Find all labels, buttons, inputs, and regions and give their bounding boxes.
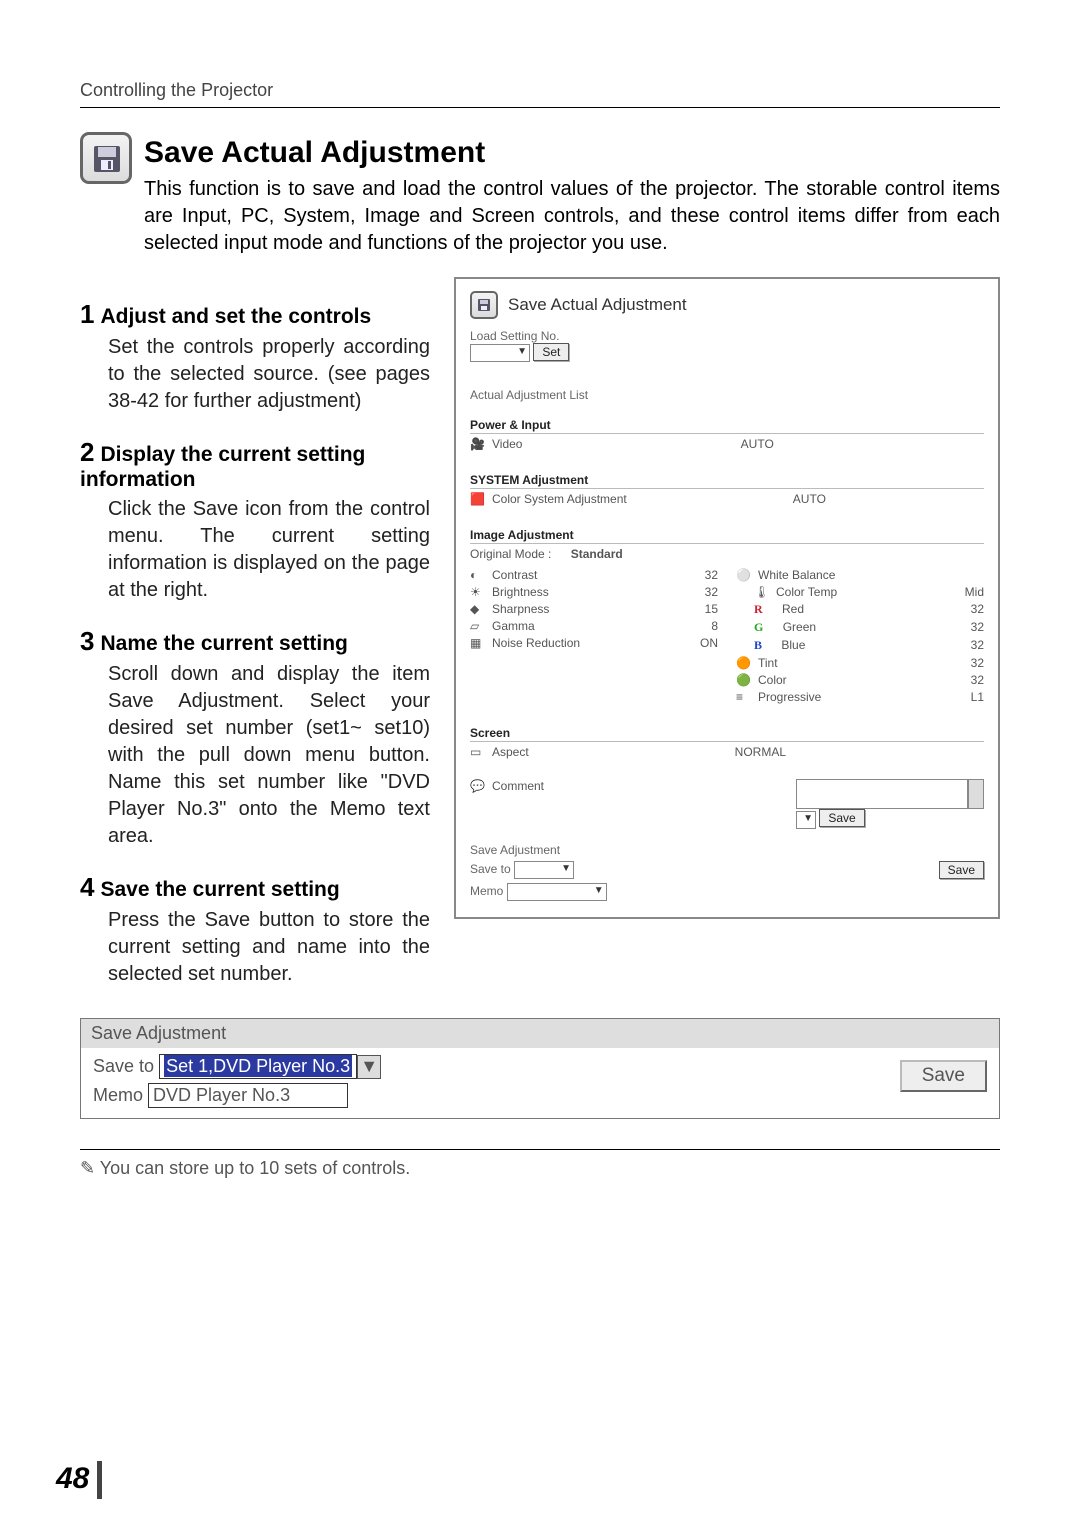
progressive-icon: ≡ bbox=[736, 690, 750, 704]
video-row: 🎥 Video AUTO bbox=[470, 437, 984, 451]
system-head: SYSTEM Adjustment bbox=[470, 473, 984, 489]
footnote: ✎ You can store up to 10 sets of control… bbox=[80, 1149, 1000, 1179]
gamma-row: ▱Gamma8 bbox=[470, 619, 718, 633]
tint-row: 🟠Tint32 bbox=[736, 656, 984, 670]
comment-row: 💬 Comment Save bbox=[470, 779, 984, 829]
step2-head: 2Display the current setting information bbox=[80, 437, 430, 492]
green-row: G Green32 bbox=[736, 620, 984, 635]
comment-save-button[interactable]: Save bbox=[819, 809, 864, 827]
save-to-select[interactable] bbox=[514, 861, 574, 879]
load-setting-select[interactable] bbox=[470, 344, 530, 362]
save-icon bbox=[80, 132, 132, 184]
step1-head: 1Adjust and set the controls bbox=[80, 299, 430, 330]
load-setting-label: Load Setting No. bbox=[470, 329, 984, 343]
image-head: Image Adjustment bbox=[470, 528, 984, 544]
brightness-icon: ☀ bbox=[470, 585, 484, 599]
step4-head: 4Save the current setting bbox=[80, 872, 430, 903]
aspect-icon: ▭ bbox=[470, 745, 484, 759]
scrollbar[interactable] bbox=[968, 779, 984, 809]
progressive-row: ≡ProgressiveL1 bbox=[736, 690, 984, 704]
red-row: R Red32 bbox=[736, 602, 984, 617]
color-temp-icon: 🌡 bbox=[754, 585, 768, 599]
save-button[interactable]: Save bbox=[939, 861, 984, 879]
memo-label: Memo bbox=[470, 884, 503, 898]
blue-row: B Blue32 bbox=[736, 638, 984, 653]
noise-reduction-row: ▦Noise ReductionON bbox=[470, 636, 718, 650]
sharpness-row: ◆Sharpness15 bbox=[470, 602, 718, 616]
running-head: Controlling the Projector bbox=[80, 80, 1000, 108]
aspect-row: ▭AspectNORMAL bbox=[470, 745, 984, 759]
step4-body: Press the Save button to store the curre… bbox=[80, 907, 430, 988]
save-to-field[interactable]: Set 1,DVD Player No.3 bbox=[159, 1054, 357, 1079]
original-mode-row: Original Mode : Standard bbox=[470, 547, 984, 561]
save-button-large[interactable]: Save bbox=[900, 1060, 987, 1092]
actual-adjustment-list-label: Actual Adjustment List bbox=[470, 388, 984, 402]
noise-icon: ▦ bbox=[470, 636, 484, 650]
save-icon-small bbox=[470, 291, 498, 319]
color-row: 🟢Color32 bbox=[736, 673, 984, 687]
video-icon: 🎥 bbox=[470, 437, 484, 451]
comment-icon: 💬 bbox=[470, 779, 484, 793]
color-system-row: 🟥 Color System Adjustment AUTO bbox=[470, 492, 984, 506]
page-number: 48 bbox=[56, 1461, 102, 1499]
contrast-row: ◐Contrast32 bbox=[470, 568, 718, 582]
chevron-down-icon[interactable]: ▼ bbox=[357, 1055, 381, 1079]
comment-textarea[interactable] bbox=[796, 779, 968, 809]
tint-icon: 🟠 bbox=[736, 656, 750, 670]
save-to-label-2: Save to bbox=[93, 1056, 154, 1076]
power-input-head: Power & Input bbox=[470, 418, 984, 434]
step2-body: Click the Save icon from the control men… bbox=[80, 496, 430, 604]
color-system-icon: 🟥 bbox=[470, 492, 484, 506]
save-adjustment-detail-panel: Save Adjustment Save to Set 1,DVD Player… bbox=[80, 1018, 1000, 1119]
white-balance-row: ⚪White Balance bbox=[736, 568, 984, 582]
step3-head: 3Name the current setting bbox=[80, 626, 430, 657]
step3-body: Scroll down and display the item Save Ad… bbox=[80, 661, 430, 850]
save-actual-adjustment-panel: Save Actual Adjustment Load Setting No. … bbox=[454, 277, 1000, 919]
save-to-label: Save to bbox=[470, 862, 511, 876]
step1-body: Set the controls properly according to t… bbox=[80, 334, 430, 415]
set-button[interactable]: Set bbox=[533, 343, 569, 361]
sharpness-icon: ◆ bbox=[470, 602, 484, 616]
panel-title: Save Actual Adjustment bbox=[508, 295, 687, 315]
memo-field[interactable]: DVD Player No.3 bbox=[148, 1083, 348, 1108]
comment-select[interactable] bbox=[796, 811, 816, 829]
save-adjustment-head: Save Adjustment bbox=[470, 843, 984, 857]
contrast-icon: ◐ bbox=[470, 568, 484, 582]
white-balance-icon: ⚪ bbox=[736, 568, 750, 582]
color-icon: 🟢 bbox=[736, 673, 750, 687]
save-adjustment-detail-head: Save Adjustment bbox=[81, 1019, 999, 1048]
memo-label-2: Memo bbox=[93, 1085, 143, 1105]
color-temp-row: 🌡Color TempMid bbox=[736, 585, 984, 599]
gamma-icon: ▱ bbox=[470, 619, 484, 633]
page-title: Save Actual Adjustment bbox=[144, 136, 1000, 170]
memo-input[interactable] bbox=[507, 883, 607, 901]
screen-head: Screen bbox=[470, 726, 984, 742]
brightness-row: ☀Brightness32 bbox=[470, 585, 718, 599]
intro-text: This function is to save and load the co… bbox=[144, 176, 1000, 257]
